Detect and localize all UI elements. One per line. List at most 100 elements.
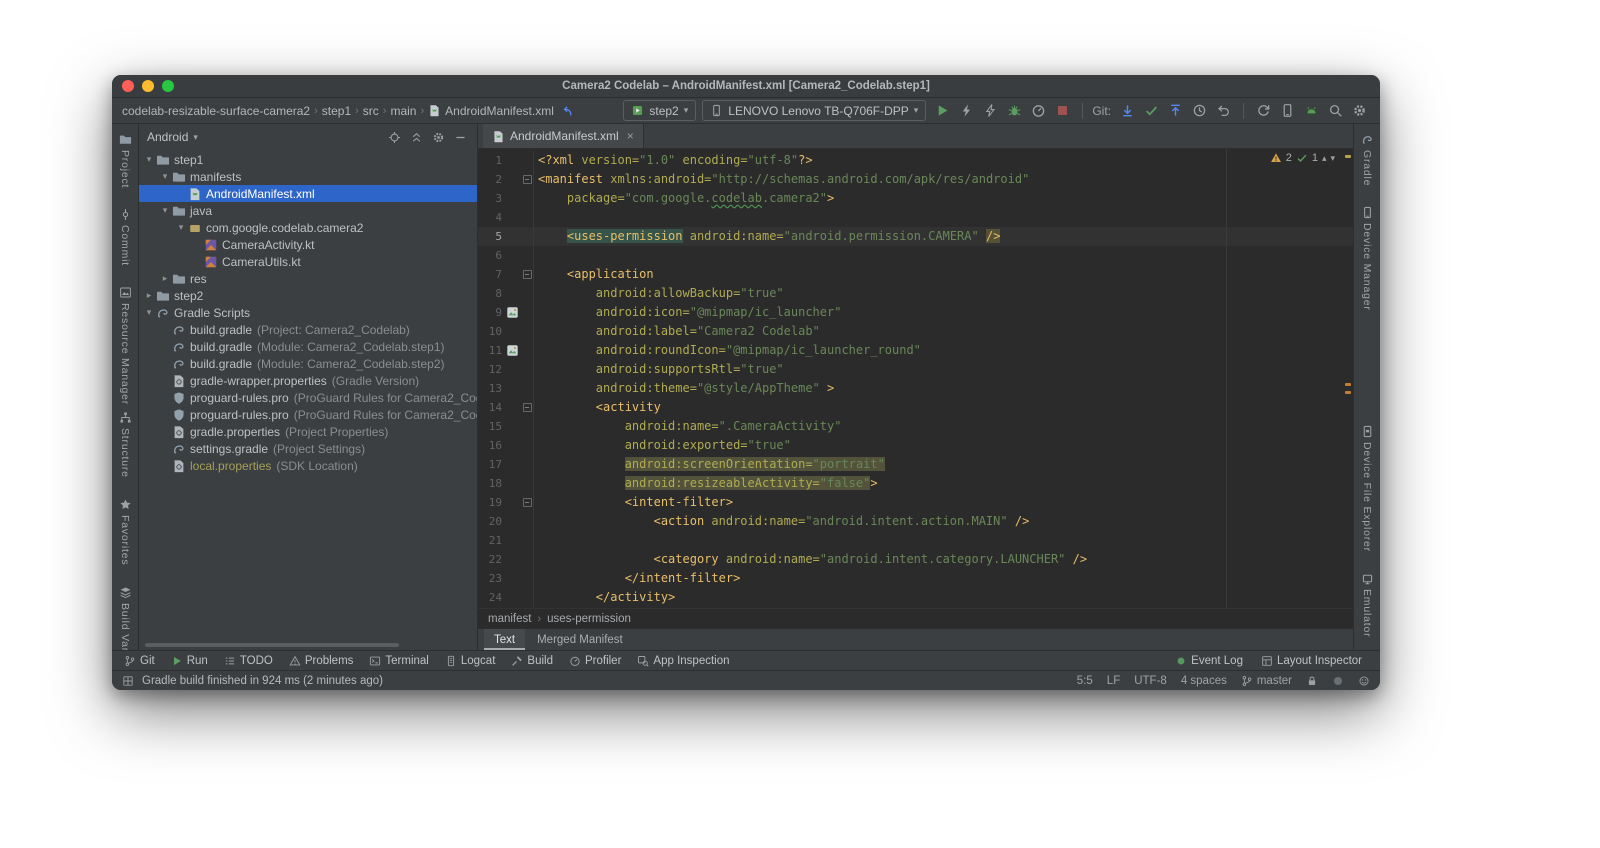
tree-item[interactable]: proguard-rules.pro (ProGuard Rules for Ca… (139, 389, 477, 406)
collapse-all-button[interactable] (408, 129, 425, 146)
inspection-widget[interactable]: 2 1 ▴ ▾ (1270, 152, 1335, 164)
code-text[interactable]: <manifest xmlns:android="http://schemas.… (534, 170, 1029, 189)
code-text[interactable]: android:resizeableActivity="false"> (534, 474, 878, 493)
tool-button-git[interactable]: Git (116, 651, 163, 670)
tool-button-problems[interactable]: Problems (281, 651, 362, 670)
view-tab-merged-manifest[interactable]: Merged Manifest (527, 629, 633, 650)
tree-item[interactable]: proguard-rules.pro (ProGuard Rules for Ca… (139, 406, 477, 423)
search-button[interactable] (1325, 100, 1346, 121)
code-text[interactable]: <action android:name="android.intent.act… (534, 512, 1030, 531)
line-separator-widget[interactable]: LF (1107, 675, 1120, 687)
tree-item[interactable]: ▾ Gradle Scripts (139, 304, 477, 321)
code-text[interactable]: <?xml version="1.0" encoding="utf-8"?> (534, 151, 813, 170)
code-text[interactable]: <intent-filter> (534, 493, 733, 512)
gutter[interactable]: 14 − (478, 398, 534, 417)
close-button[interactable] (122, 80, 134, 92)
gutter[interactable]: 9 (478, 303, 534, 322)
run-config-selector[interactable]: step2 ▾ (623, 100, 697, 121)
tree-item[interactable]: gradle.properties (Project Properties) (139, 423, 477, 440)
gutter[interactable]: 16 (478, 436, 534, 455)
project-view-selector[interactable]: Android ▾ (147, 130, 198, 144)
tree-item[interactable]: ▾ java (139, 202, 477, 219)
tree-item[interactable]: ▾ com.google.codelab.camera2 (139, 219, 477, 236)
breadcrumb-item[interactable]: manifest (488, 613, 531, 625)
notifications-icon[interactable] (1332, 675, 1344, 687)
tree-item[interactable]: local.properties (SDK Location) (139, 457, 477, 474)
tree-item[interactable]: CameraUtils.kt (139, 253, 477, 270)
breadcrumb-item[interactable]: src (363, 104, 379, 118)
toolwindow-switcher-icon[interactable] (122, 675, 134, 687)
push-button[interactable] (1165, 100, 1186, 121)
tool-button-profiler[interactable]: Profiler (561, 651, 629, 670)
indent-widget[interactable]: 4 spaces (1181, 675, 1227, 687)
code-text[interactable]: <uses-permission android:name="android.p… (534, 227, 1001, 246)
toolwindow-button-commit[interactable]: Commit (112, 205, 138, 269)
code-text[interactable]: android:allowBackup="true" (534, 284, 784, 303)
view-tab-text[interactable]: Text (484, 629, 526, 650)
code-text[interactable]: android:screenOrientation="portrait" (534, 455, 885, 474)
breadcrumb-item[interactable]: codelab-resizable-surface-camera2 (122, 104, 310, 118)
error-stripe[interactable] (1343, 149, 1353, 608)
gutter[interactable]: 20 (478, 512, 534, 531)
gutter[interactable]: 7− (478, 265, 534, 284)
change-mark[interactable] (1345, 383, 1351, 386)
tree-item[interactable]: ▸ step2 (139, 287, 477, 304)
locate-button[interactable] (386, 129, 403, 146)
fold-marker[interactable]: − (521, 403, 533, 412)
feedback-smiley-icon[interactable] (1358, 675, 1370, 687)
tool-button-event-log[interactable]: Event Log (1167, 651, 1251, 670)
fold-marker[interactable]: − (521, 175, 533, 184)
tree-item[interactable]: settings.gradle (Project Settings) (139, 440, 477, 457)
editor-tab[interactable]: AndroidManifest.xml × (483, 124, 644, 148)
fold-marker[interactable]: − (521, 498, 533, 507)
sdk-manager-button[interactable] (1301, 100, 1322, 121)
run-button[interactable] (932, 100, 953, 121)
gutter[interactable]: 12 (478, 360, 534, 379)
tree-item[interactable]: build.gradle (Project: Camera2_Codelab) (139, 321, 477, 338)
toolwindow-button-device-manager[interactable]: Device Manager (1354, 203, 1380, 314)
gutter[interactable]: 8 (478, 284, 534, 303)
close-icon[interactable]: × (627, 129, 634, 143)
gutter[interactable]: 2− (478, 170, 534, 189)
breadcrumb-item[interactable]: uses-permission (547, 613, 631, 625)
debug-button[interactable] (1004, 100, 1025, 121)
gutter[interactable]: 6 (478, 246, 534, 265)
tool-button-app-inspection[interactable]: App Inspection (629, 651, 737, 670)
tree-item[interactable]: AndroidManifest.xml (139, 185, 477, 202)
code-text[interactable]: <application (534, 265, 654, 284)
tool-button-run[interactable]: Run (163, 651, 216, 670)
code-text[interactable]: android:exported="true" (534, 436, 791, 455)
code-text[interactable]: android:name=".CameraActivity" (534, 417, 842, 436)
change-mark[interactable] (1345, 391, 1351, 394)
toolwindow-button-emulator[interactable]: Emulator (1354, 569, 1380, 640)
code-text[interactable]: android:label="Camera2 Codelab" (534, 322, 820, 341)
code-text[interactable]: android:icon="@mipmap/ic_launcher" (534, 303, 842, 322)
code-text[interactable]: android:roundIcon="@mipmap/ic_launcher_r… (534, 341, 921, 360)
fold-marker[interactable]: − (521, 270, 533, 279)
commit-check-button[interactable] (1141, 100, 1162, 121)
gutter[interactable]: 22 (478, 550, 534, 569)
zoom-button[interactable] (162, 80, 174, 92)
gutter[interactable]: 18 (478, 474, 534, 493)
gutter[interactable]: 4 (478, 208, 534, 227)
code-text[interactable]: </intent-filter> (534, 569, 741, 588)
gutter[interactable]: 15 (478, 417, 534, 436)
profile-button[interactable] (1028, 100, 1049, 121)
lock-icon[interactable] (1306, 675, 1318, 687)
gutter[interactable]: 3 (478, 189, 534, 208)
history-button[interactable] (1189, 100, 1210, 121)
device-manager-button[interactable] (1277, 100, 1298, 121)
tree-item[interactable]: ▸ res (139, 270, 477, 287)
breadcrumb-item[interactable]: main (390, 104, 416, 118)
tree-item[interactable]: ▾ manifests (139, 168, 477, 185)
breadcrumb-file[interactable]: AndroidManifest.xml (428, 104, 554, 118)
tool-button-logcat[interactable]: Logcat (437, 651, 504, 670)
gutter[interactable]: 1 (478, 151, 534, 170)
caret-position[interactable]: 5:5 (1077, 675, 1093, 687)
code-text[interactable]: package="com.google.codelab.camera2"> (534, 189, 834, 208)
stop-button[interactable] (1052, 100, 1073, 121)
gutter[interactable]: 13 (478, 379, 534, 398)
code-text[interactable]: <activity (534, 398, 661, 417)
next-issue-icon[interactable]: ▾ (1330, 153, 1335, 164)
horizontal-scrollbar[interactable] (145, 643, 399, 647)
